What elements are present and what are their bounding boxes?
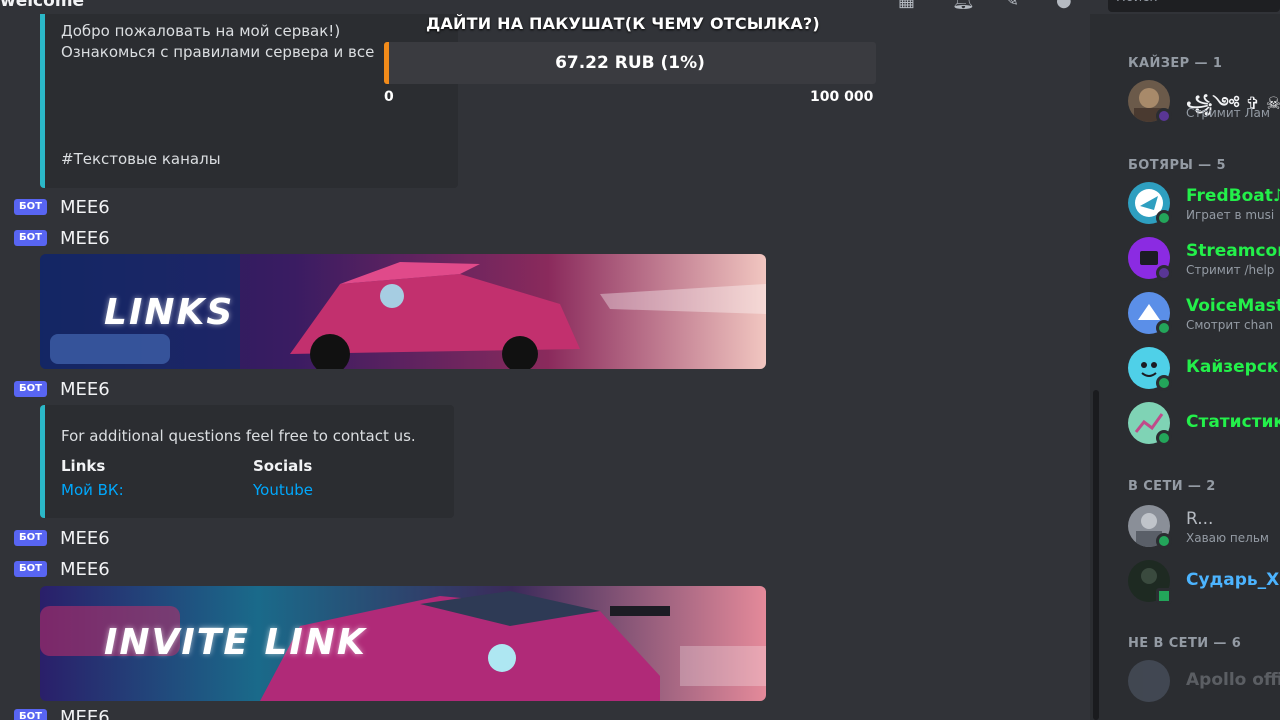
donation-progress-bar: 67.22 RUB (1%) xyxy=(384,42,876,84)
member-name: Кайзерски xyxy=(1186,357,1280,377)
member-activity: Стримит Лам xyxy=(1186,106,1270,120)
embed-text-line: Добро пожаловать на мой сервак!) xyxy=(61,22,341,40)
section-title-offline: НЕ В СЕТИ — 6 xyxy=(1128,636,1242,651)
scrollbar-thumb[interactable] xyxy=(1093,390,1099,720)
search-input[interactable]: Поиск xyxy=(1108,0,1280,12)
donation-min-label: 0 xyxy=(384,89,394,105)
donation-amount: 67.22 RUB (1%) xyxy=(555,53,705,73)
member-item[interactable]: Кайзерски xyxy=(1128,347,1280,391)
member-item[interactable]: Streamcor Стримит /help xyxy=(1128,237,1280,281)
banner-title: LINKS xyxy=(104,292,235,333)
streaming-status-icon xyxy=(1156,108,1172,124)
member-item[interactable]: Статистик xyxy=(1128,402,1280,446)
member-name: Apollo offi xyxy=(1186,670,1280,690)
member-item[interactable]: VoiceMast Смотрит chan xyxy=(1128,292,1280,336)
member-item[interactable]: FredBoat♪ Играет в musi xyxy=(1128,182,1280,226)
chat-messages: Добро пожаловать на мой сервак!) Ознаком… xyxy=(0,0,1090,720)
bot-tag: БОТ xyxy=(14,530,47,546)
bot-tag: БОТ xyxy=(14,709,47,720)
pin-icon[interactable]: ✎ xyxy=(1004,0,1019,11)
welcome-embed: Добро пожаловать на мой сервак!) Ознаком… xyxy=(40,0,458,188)
member-name: R... xyxy=(1186,509,1214,529)
bot-tag: БОТ xyxy=(14,381,47,397)
message-author[interactable]: MEE6 xyxy=(60,707,110,720)
bot-tag: БОТ xyxy=(14,561,47,577)
online-status-icon xyxy=(1156,533,1172,549)
online-status-icon xyxy=(1156,430,1172,446)
member-activity: Стримит /help xyxy=(1186,263,1275,277)
member-item[interactable]: ꧁༺ ✞ ☠CE Стримит Лам xyxy=(1128,80,1280,124)
bot-tag: БОТ xyxy=(14,199,47,215)
channel-mention[interactable]: #Текстовые каналы xyxy=(61,150,221,168)
mobile-status-icon xyxy=(1156,588,1172,604)
member-name: Streamcor xyxy=(1186,241,1280,261)
bot-tag: БОТ xyxy=(14,230,47,246)
message-header: БОТ MEE6 xyxy=(14,379,110,400)
message-author[interactable]: MEE6 xyxy=(60,559,110,580)
avatar xyxy=(1128,660,1170,702)
member-activity: Смотрит chan xyxy=(1186,318,1274,332)
message-header: БОТ MEE6 xyxy=(14,197,110,218)
online-status-icon xyxy=(1156,320,1172,336)
embed-field-title: Socials xyxy=(253,457,313,475)
section-title-bots: БОТЯРЫ — 5 xyxy=(1128,158,1226,173)
message-header: БОТ MEE6 xyxy=(14,707,110,720)
message-author[interactable]: MEE6 xyxy=(60,528,110,549)
message-author[interactable]: MEE6 xyxy=(60,197,110,218)
donation-max-label: 100 000 xyxy=(810,89,874,105)
embed-field-title: Links xyxy=(61,457,106,475)
channel-title: welcome xyxy=(0,0,85,11)
member-name: FredBoat♪ xyxy=(1186,186,1280,206)
online-status-icon xyxy=(1156,375,1172,391)
streaming-status-icon xyxy=(1156,265,1172,281)
chat-scrollbar[interactable] xyxy=(1090,0,1102,720)
vk-link[interactable]: Мой ВК: xyxy=(61,481,124,499)
threads-icon[interactable]: ▦ xyxy=(898,0,915,11)
member-name: Статистик xyxy=(1186,412,1280,432)
top-bar: welcome ▦ 🔔︎ ✎ ● Поиск xyxy=(0,0,1280,14)
member-name: VoiceMast xyxy=(1186,296,1280,316)
member-activity: Играет в musi xyxy=(1186,208,1275,222)
member-item[interactable]: Сударь_Х xyxy=(1128,560,1280,604)
youtube-link[interactable]: Youtube xyxy=(253,481,313,499)
member-list: КАЙЗЕР — 1 ꧁༺ ✞ ☠CE Стримит Лам БОТЯРЫ —… xyxy=(1102,0,1280,720)
donation-goal-title: ДАЙТИ НА ПАКУШАТ(К ЧЕМУ ОТСЫЛКА?) xyxy=(426,14,820,33)
message-header: БОТ MEE6 xyxy=(14,559,110,580)
online-status-icon xyxy=(1156,210,1172,226)
message-header: БОТ MEE6 xyxy=(14,528,110,549)
bell-icon[interactable]: 🔔︎ xyxy=(952,0,975,11)
message-author[interactable]: MEE6 xyxy=(60,228,110,249)
invite-banner-image[interactable]: INVITE LINK xyxy=(40,586,766,701)
member-item[interactable]: Apollo offi xyxy=(1128,660,1280,704)
contact-embed: For additional questions feel free to co… xyxy=(40,405,454,518)
member-name: Сударь_Х xyxy=(1186,570,1280,590)
member-activity: Хаваю пельм xyxy=(1186,531,1269,545)
member-item[interactable]: R... Хаваю пельм xyxy=(1128,505,1280,549)
banner-title: INVITE LINK xyxy=(104,622,367,663)
message-header: БОТ MEE6 xyxy=(14,228,110,249)
message-author[interactable]: MEE6 xyxy=(60,379,110,400)
embed-description: For additional questions feel free to co… xyxy=(61,427,416,445)
section-title-online: В СЕТИ — 2 xyxy=(1128,479,1216,494)
members-icon[interactable]: ● xyxy=(1056,0,1072,11)
section-title-owner: КАЙЗЕР — 1 xyxy=(1128,56,1223,71)
links-banner-image[interactable]: LINKS xyxy=(40,254,766,369)
